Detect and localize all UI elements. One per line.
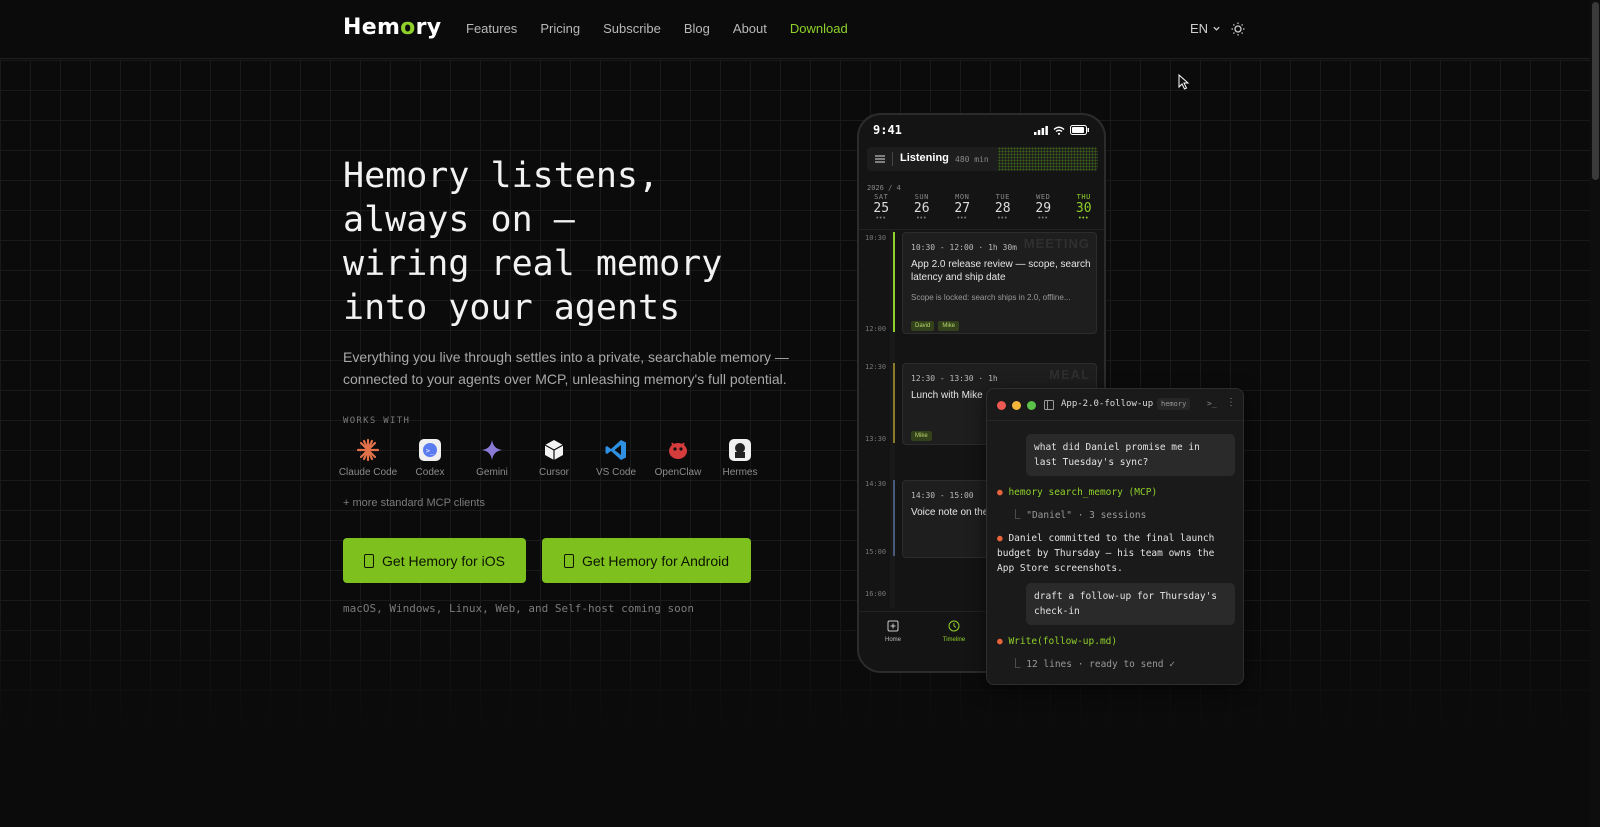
agent-terminal-window: App-2.0-follow-up hemory >_ ⋮ what did D… xyxy=(986,388,1244,685)
works-with-label: WORKS WITH xyxy=(343,416,411,426)
listening-title: Listening xyxy=(900,152,949,164)
nav-download[interactable]: Download xyxy=(790,21,848,36)
codex-icon: >_ xyxy=(418,438,442,462)
hemory-logo[interactable]: Hemory xyxy=(343,15,441,40)
day-item[interactable]: WED 29 ••• xyxy=(1023,193,1064,222)
terminal-session-title: App-2.0-follow-up xyxy=(1061,399,1154,409)
event-card-meeting[interactable]: MEETING 10:30 - 12:00 · 1h 30m App 2.0 r… xyxy=(902,232,1097,334)
cursor-icon xyxy=(542,438,566,462)
menu-icon[interactable] xyxy=(875,154,885,164)
more-options-icon[interactable]: ⋮ xyxy=(1226,397,1236,408)
language-selector[interactable]: EN xyxy=(1190,21,1221,36)
day-item[interactable]: SAT 25 ••• xyxy=(861,193,902,222)
maximize-button[interactable] xyxy=(1027,401,1036,410)
language-label: EN xyxy=(1190,21,1209,36)
home-icon xyxy=(887,620,899,632)
phone-icon xyxy=(364,553,375,568)
more-clients-note: + more standard MCP clients xyxy=(343,497,485,509)
client-gemini[interactable]: Gemini xyxy=(461,438,523,478)
terminal-prompt-icon[interactable]: >_ xyxy=(1207,399,1217,408)
status-time: 9:41 xyxy=(873,123,902,137)
nav-subscribe[interactable]: Subscribe xyxy=(603,21,661,36)
user-message: draft a follow-up for Thursday's check-i… xyxy=(1026,583,1235,625)
day-item-today[interactable]: THU 30 ••• xyxy=(1064,193,1105,222)
nav-blog[interactable]: Blog xyxy=(684,21,710,36)
client-vscode[interactable]: VS Code xyxy=(585,438,647,478)
person-tag: Mike xyxy=(938,321,960,331)
terminal-titlebar: App-2.0-follow-up hemory >_ ⋮ xyxy=(987,389,1243,421)
calendar-month: 2026 / 4 xyxy=(867,184,901,192)
tab-timeline[interactable]: Timeline xyxy=(934,620,974,643)
client-cursor[interactable]: Cursor xyxy=(523,438,585,478)
hero-headline: Hemory listens, always on — wiring real … xyxy=(343,156,723,328)
main-nav: Features Pricing Subscribe Blog About Do… xyxy=(466,21,871,36)
user-message: what did Daniel promise me in last Tuesd… xyxy=(1026,434,1235,476)
sidebar-icon[interactable] xyxy=(1044,400,1054,410)
clock-icon xyxy=(948,620,960,632)
claude-icon xyxy=(356,438,380,462)
site-header: Hemory Features Pricing Subscribe Blog A… xyxy=(0,0,1590,59)
hero-subtitle: Everything you live through settles into… xyxy=(343,349,789,387)
session-badge: hemory xyxy=(1157,398,1191,410)
day-item[interactable]: TUE 28 ••• xyxy=(983,193,1024,222)
scrollbar-thumb[interactable] xyxy=(1592,2,1599,180)
hermes-icon xyxy=(728,438,752,462)
listening-bar[interactable]: Listening 480 min xyxy=(867,147,1098,171)
mouse-cursor-icon xyxy=(1178,74,1190,90)
nav-about[interactable]: About xyxy=(733,21,767,36)
nav-features[interactable]: Features xyxy=(466,21,517,36)
day-item[interactable]: SUN 26 ••• xyxy=(902,193,943,222)
person-tag: Mike xyxy=(911,431,932,441)
listening-minutes: 480 min xyxy=(955,155,989,164)
assistant-answer: ● Daniel committed to the final launch b… xyxy=(997,533,1215,574)
signal-icon xyxy=(1034,125,1048,135)
tool-result: ⎿ 12 lines · ready to send ✓ xyxy=(1011,659,1175,670)
close-button[interactable] xyxy=(997,401,1006,410)
person-tag: David xyxy=(911,321,935,331)
openclaw-icon xyxy=(666,438,690,462)
wifi-icon xyxy=(1053,126,1065,135)
sun-icon[interactable] xyxy=(1230,21,1246,37)
platforms-coming-soon: macOS, Windows, Linux, Web, and Self-hos… xyxy=(343,602,694,615)
client-openclaw[interactable]: OpenClaw xyxy=(647,438,709,478)
chevron-down-icon xyxy=(1213,26,1220,31)
tab-home[interactable]: Home xyxy=(873,620,913,643)
phone-icon xyxy=(563,553,574,568)
get-ios-button[interactable]: Get Hemory for iOS xyxy=(343,538,526,583)
minimize-button[interactable] xyxy=(1012,401,1021,410)
tool-call: ● Write(follow-up.md) xyxy=(997,636,1118,647)
client-claude-code[interactable]: Claude Code xyxy=(337,438,399,478)
gemini-icon xyxy=(480,438,504,462)
tool-result: ⎿ "Daniel" · 3 sessions xyxy=(1011,510,1147,521)
battery-icon xyxy=(1070,125,1089,135)
client-list: Claude Code >_ Codex Gemini Cursor VS Co… xyxy=(337,438,771,478)
nav-pricing[interactable]: Pricing xyxy=(540,21,580,36)
vscode-icon xyxy=(604,438,628,462)
svg-text:>_: >_ xyxy=(426,447,435,455)
client-codex[interactable]: >_ Codex xyxy=(399,438,461,478)
client-hermes[interactable]: Hermes xyxy=(709,438,771,478)
day-item[interactable]: MON 27 ••• xyxy=(942,193,983,222)
day-strip: SAT 25 ••• SUN 26 ••• MON 27 ••• TUE 28 ••• WED 2… xyxy=(861,193,1104,222)
get-android-button[interactable]: Get Hemory for Android xyxy=(542,538,751,583)
tool-call: ● hemory search_memory (MCP) xyxy=(997,487,1158,498)
